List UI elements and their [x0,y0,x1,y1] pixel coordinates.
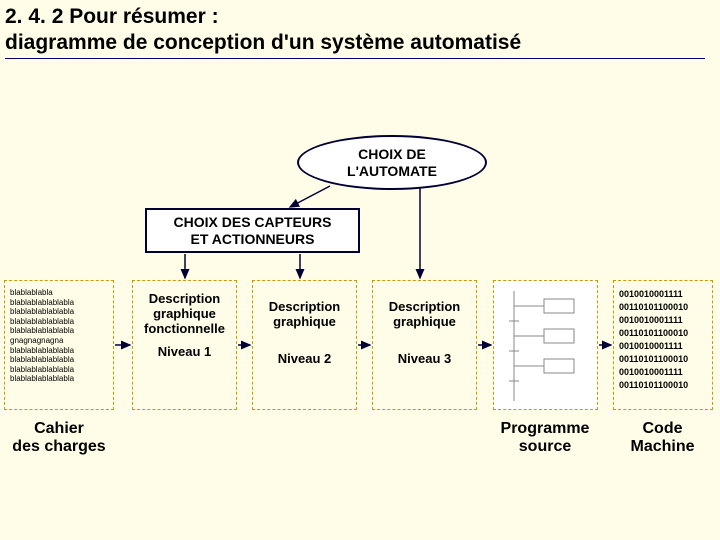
cahier-text: blablablabla blablablablablabla blablabl… [10,288,110,384]
arrows-layer [0,0,720,540]
mini-diagram-icon [494,281,599,411]
cahier-line: blablablablablabla [10,355,74,364]
oval-line-2: L'AUTOMATE [347,163,437,179]
caption-line: Cahier [34,420,84,437]
desc1-line: Description [149,291,221,306]
cahier-line: gnagnagnagna [10,336,63,345]
niveau-1-label: Niveau 1 [158,345,211,360]
niveau-2-label: Niveau 2 [278,352,331,367]
desc-box-2-content: Description graphique Niveau 2 [252,300,357,367]
programme-source-box [493,280,598,410]
code-line: 0010010001111 [619,289,683,299]
cahier-line: blablablablablabla [10,365,74,374]
desc3-line: Description [389,299,461,314]
desc2-line: graphique [273,314,336,329]
cahier-line: blablablablablabla [10,307,74,316]
title-line-2: diagramme de conception d'un système aut… [5,31,521,54]
choice-automate-oval: CHOIX DE L'AUTOMATE [297,135,487,190]
code-line: 00110101100010 [619,328,688,338]
niveau-3-label: Niveau 3 [398,352,451,367]
caption-line: des charges [12,438,105,455]
arrow-oval-to-rect [290,186,330,207]
code-line: 00110101100010 [619,302,688,312]
desc3-line: graphique [393,314,456,329]
cahier-line: blablablablablabla [10,298,74,307]
code-line: 00110101100010 [619,354,688,364]
code-line: 0010010001111 [619,341,683,351]
code-line: 00110101100010 [619,380,688,390]
code-machine-text: 0010010001111 00110101100010 00100100011… [619,288,711,392]
caption-line: source [519,438,571,455]
desc1-line: fonctionnelle [144,321,225,336]
desc-box-1-content: Description graphique fonctionnelle Nive… [132,292,237,360]
desc-box-3-content: Description graphique Niveau 3 [372,300,477,367]
rect-line-1: CHOIX DES CAPTEURS [174,214,332,230]
caption-code: Code Machine [610,420,715,455]
choice-sensors-rect: CHOIX DES CAPTEURS ET ACTIONNEURS [145,208,360,253]
cahier-line: blablablablablabla [10,374,74,383]
page-title: 2. 4. 2 Pour résumer : diagramme de conc… [5,4,705,59]
caption-line: Machine [630,438,694,455]
caption-cahier: Cahier des charges [4,420,114,455]
caption-line: Code [643,420,683,437]
cahier-line: blablablablablabla [10,317,74,326]
code-line: 0010010001111 [619,315,683,325]
code-line: 0010010001111 [619,367,683,377]
desc1-line: graphique [153,306,216,321]
caption-line: Programme [501,420,590,437]
cahier-line: blablablablablabla [10,326,74,335]
desc2-line: Description [269,299,341,314]
oval-line-1: CHOIX DE [358,146,426,162]
cahier-line: blablablablablabla [10,346,74,355]
cahier-line: blablablabla [10,288,53,297]
title-line-1: 2. 4. 2 Pour résumer : [5,5,219,28]
caption-programme: Programme source [490,420,600,455]
rect-line-2: ET ACTIONNEURS [191,231,315,247]
